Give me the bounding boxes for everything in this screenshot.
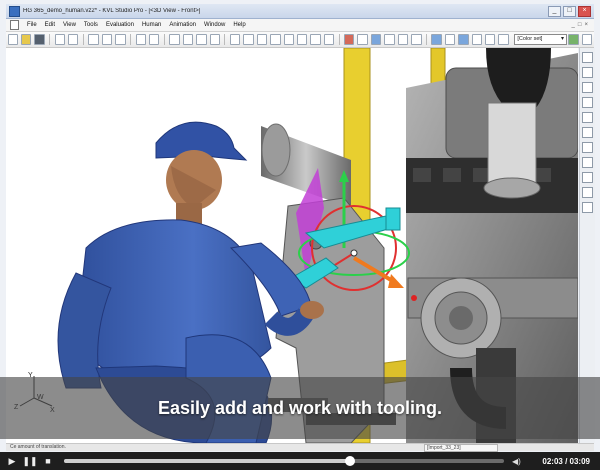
camera-icon[interactable]: [370, 34, 382, 45]
toolbar-separator: [338, 34, 340, 45]
volume-control[interactable]: ◀): [512, 457, 521, 466]
toolbar-separator: [82, 34, 84, 45]
menu-animation[interactable]: Animation: [165, 22, 200, 28]
view-iso-icon[interactable]: [582, 97, 593, 108]
grid-toggle-icon[interactable]: [582, 202, 593, 213]
total-duration: 03:09: [569, 456, 590, 466]
window-titlebar: HG 365_demo_human.vz2* - KVL Studio Pro …: [6, 4, 594, 19]
menu-window[interactable]: Window: [200, 22, 229, 28]
app-icon: [9, 5, 20, 17]
redo-icon[interactable]: [148, 34, 160, 45]
close-button[interactable]: ×: [578, 5, 591, 17]
edges-icon[interactable]: [485, 34, 496, 45]
seek-handle[interactable]: [345, 456, 355, 466]
table-icon[interactable]: [196, 34, 207, 45]
layout-icon[interactable]: [182, 34, 194, 45]
lighting-icon[interactable]: [582, 157, 593, 168]
view-top-icon[interactable]: [582, 52, 593, 63]
toolbar-separator: [224, 34, 226, 45]
cut-icon[interactable]: [88, 34, 99, 45]
perspective-icon[interactable]: [582, 142, 593, 153]
background-icon[interactable]: [582, 172, 593, 183]
toolbar-separator: [163, 34, 165, 45]
snap-icon[interactable]: [323, 34, 335, 45]
paste-icon[interactable]: [115, 34, 126, 45]
arrow-icon[interactable]: [357, 34, 368, 45]
copy-icon[interactable]: [101, 34, 113, 45]
view-front-icon[interactable]: [582, 67, 593, 78]
section-icon[interactable]: [310, 34, 321, 45]
current-time: 02:03: [542, 456, 563, 466]
print-preview-icon[interactable]: [68, 34, 79, 45]
mdi-minimize-button[interactable]: _: [572, 22, 575, 28]
fit-view-icon[interactable]: [270, 34, 281, 45]
open-folder-icon[interactable]: [20, 34, 32, 45]
window-controls: _ □ ×: [548, 5, 591, 17]
window-icon[interactable]: [209, 34, 220, 45]
save-icon[interactable]: [34, 34, 45, 45]
light-icon[interactable]: [411, 34, 422, 45]
pan-icon[interactable]: [243, 34, 254, 45]
menu-tools[interactable]: Tools: [80, 22, 102, 28]
menu-edit[interactable]: Edit: [41, 22, 59, 28]
color-set-select[interactable]: [Color set]: [514, 34, 567, 45]
status-object-field: [Import_33_23]: [424, 444, 498, 452]
comment-icon[interactable]: [384, 34, 395, 45]
pause-icon[interactable]: ❚❚: [22, 455, 37, 467]
print-icon[interactable]: [54, 34, 66, 45]
toolbar-separator: [49, 34, 51, 45]
document-icon[interactable]: [10, 20, 19, 30]
zoom-icon[interactable]: [256, 34, 268, 45]
menu-bar: File Edit View Tools Evaluation Human An…: [6, 19, 594, 32]
menu-human[interactable]: Human: [138, 22, 165, 28]
play-icon[interactable]: ▶: [6, 455, 18, 467]
annotation-icon[interactable]: [397, 34, 409, 45]
stop-icon[interactable]: ■: [42, 455, 54, 467]
view-back-icon[interactable]: [582, 112, 593, 123]
toolbar-separator: [130, 34, 132, 45]
minimize-button[interactable]: _: [548, 5, 561, 17]
window-title: HG 365_demo_human.vz2* - KVL Studio Pro …: [23, 8, 201, 14]
new-file-icon[interactable]: [7, 34, 18, 45]
select-icon[interactable]: [283, 34, 294, 45]
mdi-controls: _ □ ×: [572, 22, 588, 28]
seek-bar[interactable]: [64, 456, 504, 466]
time-display: 02:03 / 03:09: [542, 457, 590, 466]
shaded-view-icon[interactable]: [431, 34, 442, 45]
rotate-icon[interactable]: [229, 34, 241, 45]
main-toolbar: [Color set]: [6, 32, 594, 48]
toolbar-separator: [426, 34, 427, 45]
video-caption: Easily add and work with tooling.: [157, 398, 443, 418]
visibility-icon[interactable]: [498, 34, 509, 45]
wireframe-view-icon[interactable]: [444, 34, 456, 45]
marker-icon[interactable]: [344, 34, 355, 45]
menu-file[interactable]: File: [23, 22, 41, 28]
menu-evaluation[interactable]: Evaluation: [102, 22, 138, 28]
shadow-icon[interactable]: [582, 187, 593, 198]
mdi-restore-button[interactable]: □: [578, 22, 582, 28]
menu-help[interactable]: Help: [229, 22, 249, 28]
view-side-icon[interactable]: [582, 82, 593, 93]
menu-view[interactable]: View: [59, 22, 80, 28]
video-frame: HG 365_demo_human.vz2* - KVL Studio Pro …: [0, 0, 600, 470]
hidden-line-icon[interactable]: [471, 34, 483, 45]
status-bar: Ce amount of translation. [Import_33_23]: [6, 443, 594, 452]
status-message: Ce amount of translation.: [10, 444, 66, 450]
video-player-controls: ▶ ❚❚ ■ ◀) 02:03 / 03:09: [0, 452, 600, 470]
view-bottom-icon[interactable]: [582, 127, 593, 138]
volume-icon[interactable]: ◀): [512, 457, 521, 466]
measure-icon[interactable]: [296, 34, 308, 45]
undo-icon[interactable]: [135, 34, 146, 45]
transparent-view-icon[interactable]: [458, 34, 469, 45]
more-tools-icon[interactable]: [581, 34, 593, 45]
maximize-button[interactable]: □: [563, 5, 576, 17]
mdi-close-button[interactable]: ×: [584, 22, 588, 28]
seek-progress: [64, 459, 350, 463]
color-picker-icon[interactable]: [568, 34, 579, 45]
grid-view-icon[interactable]: [169, 34, 180, 45]
